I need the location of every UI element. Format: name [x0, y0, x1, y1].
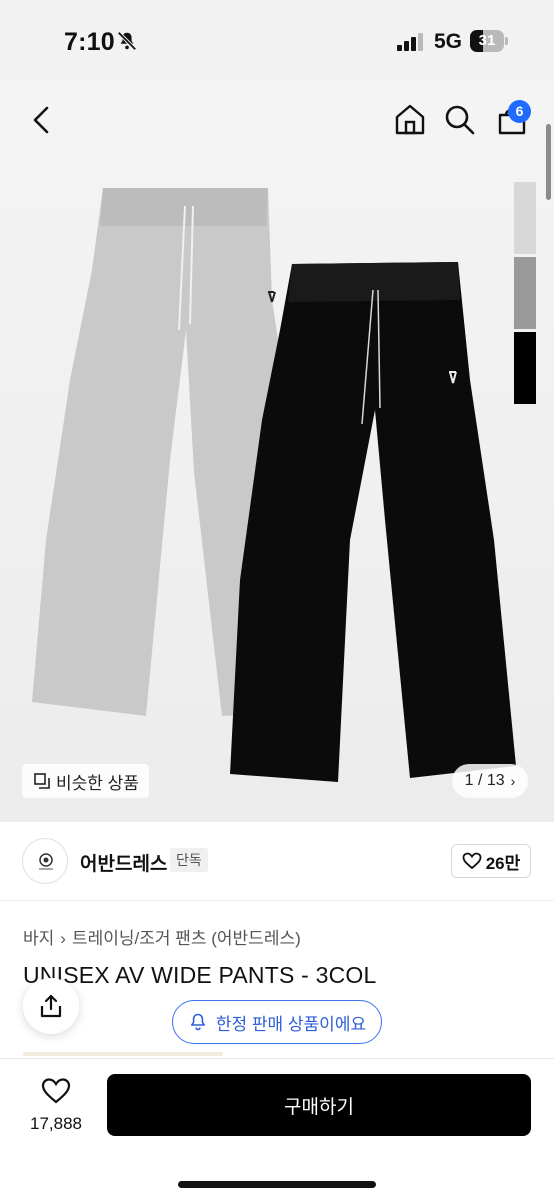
network-label: 5G: [434, 30, 463, 53]
breadcrumb-item[interactable]: 트레이닝/조거 팬츠 (어반드레스): [72, 929, 301, 948]
share-button[interactable]: [23, 978, 79, 1034]
product-title: UNISEX AV WIDE PANTS - 3COL: [23, 962, 377, 988]
back-arrow-icon[interactable]: [26, 100, 56, 140]
heart-icon: [462, 852, 482, 870]
home-icon[interactable]: [393, 102, 427, 136]
battery-level: 31: [478, 32, 496, 49]
buy-button[interactable]: 구매하기: [107, 1074, 531, 1136]
home-indicator: [178, 1181, 376, 1188]
cart-count-badge: 6: [508, 100, 531, 123]
limited-sale-notice: 한정 판매 상품이에요: [172, 1000, 382, 1044]
brand-like-count: 26만: [485, 853, 521, 873]
limited-sale-text: 한정 판매 상품이에요: [215, 1014, 367, 1034]
chevron-right-icon: ›: [60, 929, 66, 948]
status-time: 7:10: [64, 28, 115, 56]
bell-muted-icon: [117, 31, 137, 51]
bell-icon: [190, 1013, 205, 1031]
brand-logo[interactable]: [22, 838, 68, 884]
battery-icon: 31: [470, 30, 508, 52]
swatch-light-grey[interactable]: [514, 182, 536, 254]
similar-products-label: 비슷한 상품: [56, 773, 139, 793]
rating-row-partial: [23, 1052, 223, 1056]
page-counter-text: 1 / 13: [464, 772, 505, 789]
bottom-action-bar: 17,888 구매하기: [0, 1058, 554, 1200]
breadcrumb-item[interactable]: 바지: [23, 929, 54, 948]
image-page-counter[interactable]: 1 / 13 ›: [452, 764, 528, 798]
scrollbar[interactable]: [546, 124, 551, 200]
heart-icon: [41, 1078, 71, 1104]
status-bar: 7:10 5G 31: [0, 0, 554, 80]
brand-name[interactable]: 어반드레스: [80, 849, 167, 876]
exclusive-badge: 단독: [170, 848, 208, 872]
similar-products-button[interactable]: 비슷한 상품: [22, 764, 149, 798]
color-swatches: [514, 182, 536, 407]
chevron-right-icon: ›: [510, 773, 516, 789]
share-icon: [40, 994, 62, 1018]
wishlist-button[interactable]: 17,888: [22, 1077, 90, 1134]
breadcrumb: 바지 › 트레이닝/조거 팬츠 (어반드레스): [23, 924, 301, 949]
signal-icon: [397, 33, 423, 51]
divider: [0, 900, 554, 901]
swatch-black[interactable]: [514, 332, 536, 404]
wishlist-count: 17,888: [30, 1114, 82, 1133]
search-icon[interactable]: [444, 104, 476, 136]
product-image-gallery[interactable]: 비슷한 상품 1 / 13 ›: [0, 80, 554, 822]
product-photo: [32, 188, 516, 782]
similar-items-icon: [34, 773, 50, 789]
swatch-grey[interactable]: [514, 257, 536, 329]
brand-row: 어반드레스 단독 26만: [0, 822, 554, 900]
brand-like-button[interactable]: 26만: [451, 844, 531, 878]
